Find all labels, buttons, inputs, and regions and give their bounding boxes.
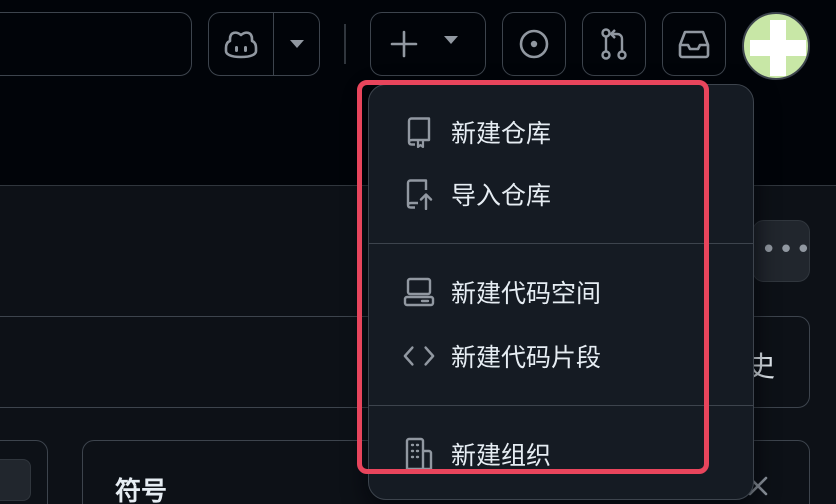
copilot-button[interactable] bbox=[209, 13, 273, 75]
inbox-button[interactable] bbox=[662, 12, 726, 76]
code-icon bbox=[403, 340, 435, 372]
menu-item-import-repository[interactable]: 导入仓库 bbox=[369, 163, 753, 225]
repo-icon bbox=[403, 116, 435, 148]
header-separator bbox=[344, 24, 346, 64]
copilot-icon bbox=[224, 31, 258, 59]
git-pull-request-icon bbox=[601, 28, 627, 60]
menu-item-new-codespace[interactable]: 新建代码空间 bbox=[369, 261, 753, 323]
copilot-button-group bbox=[208, 12, 320, 76]
menu-item-new-repository[interactable]: 新建仓库 bbox=[369, 101, 753, 163]
copilot-menu-button[interactable] bbox=[274, 13, 320, 75]
create-new-button[interactable] bbox=[370, 12, 486, 76]
menu-item-label: 新建仓库 bbox=[451, 119, 552, 148]
search-input[interactable] bbox=[0, 12, 192, 76]
repo-push-icon bbox=[403, 178, 435, 210]
organization-icon bbox=[403, 437, 435, 471]
menu-divider bbox=[369, 243, 753, 244]
create-new-menu: 新建仓库 导入仓库 新建代码空间 新建代码片段 新建组织 bbox=[368, 84, 754, 500]
menu-item-label: 新建代码片段 bbox=[451, 343, 602, 372]
avatar-pattern bbox=[750, 40, 806, 56]
menu-item-label: 新建代码空间 bbox=[451, 279, 602, 308]
user-avatar[interactable] bbox=[742, 12, 810, 80]
triangle-down-icon bbox=[444, 36, 458, 44]
symbols-panel-title: 符号 bbox=[115, 477, 168, 504]
side-panel bbox=[0, 440, 48, 504]
codespaces-icon bbox=[403, 276, 435, 308]
issue-opened-icon bbox=[519, 29, 549, 59]
menu-item-new-organization[interactable]: 新建组织 bbox=[369, 423, 753, 485]
pull-requests-button[interactable] bbox=[582, 12, 646, 76]
menu-item-label: 新建组织 bbox=[451, 441, 552, 470]
inbox-icon bbox=[678, 30, 710, 59]
menu-item-label: 导入仓库 bbox=[451, 181, 552, 210]
issues-button[interactable] bbox=[502, 12, 566, 76]
more-options-button[interactable]: ••• bbox=[752, 220, 814, 282]
menu-item-new-gist[interactable]: 新建代码片段 bbox=[369, 325, 753, 387]
plus-icon bbox=[390, 30, 418, 58]
triangle-down-icon bbox=[290, 40, 304, 48]
menu-divider bbox=[369, 405, 753, 406]
kebab-horizontal-icon: ••• bbox=[761, 235, 814, 265]
code-square-icon[interactable] bbox=[0, 459, 31, 501]
